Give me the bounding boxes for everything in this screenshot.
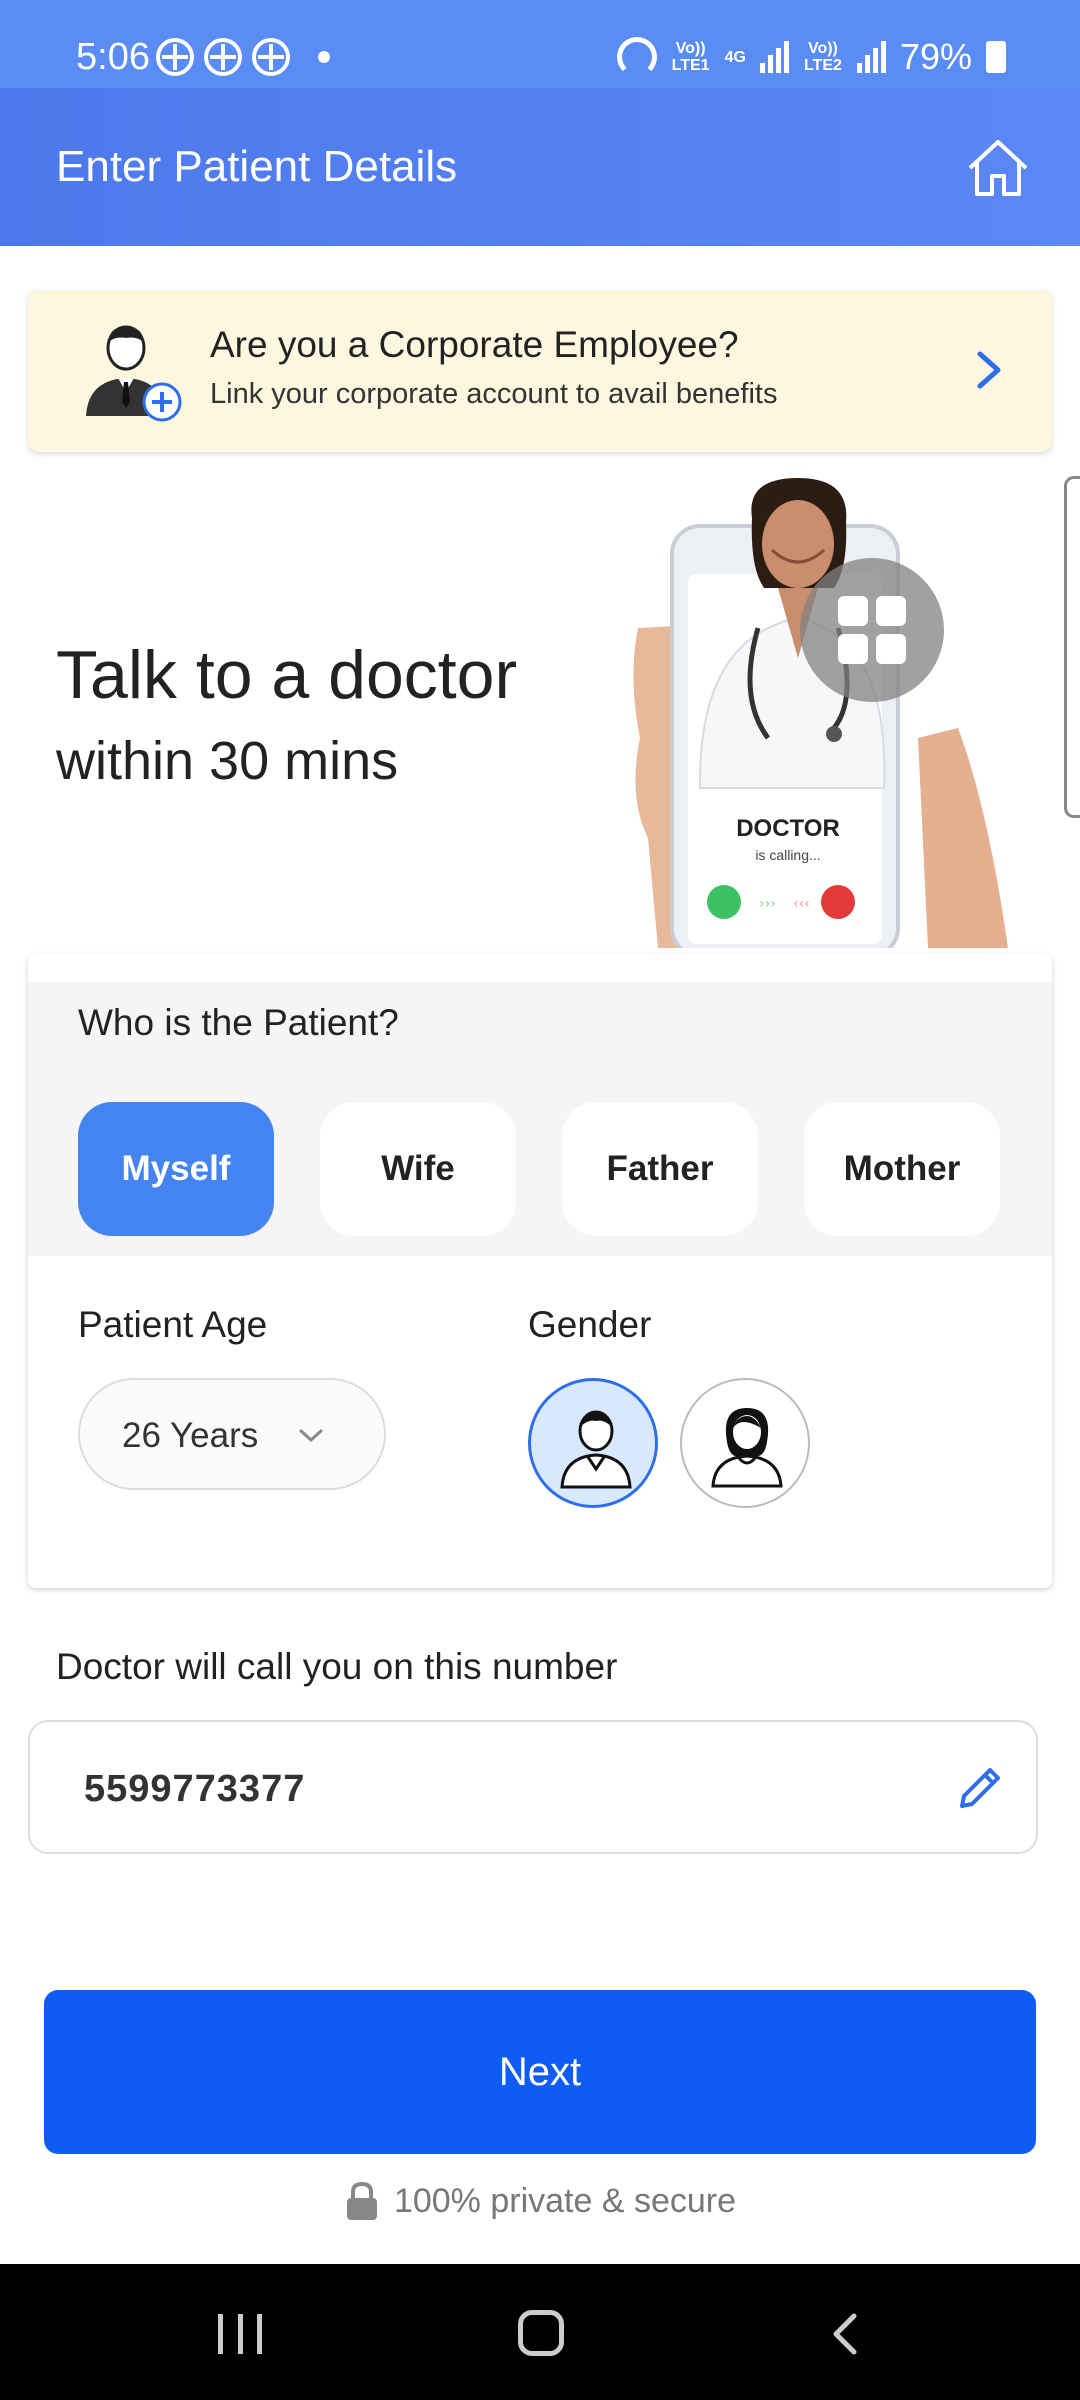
network-label-1: Vo)) LTE1 <box>671 40 710 74</box>
back-button[interactable] <box>828 2312 862 2356</box>
status-bar: 5:06 Vo)) LTE1 4G Vo)) LTE2 79% <box>0 0 1080 88</box>
edit-pencil-icon[interactable] <box>952 1762 1006 1816</box>
secure-note: 100% private & secure <box>0 2176 1080 2226</box>
patient-chip-father[interactable]: Father <box>562 1102 758 1236</box>
hero-title: Talk to a doctor <box>56 637 518 713</box>
notification-icons <box>156 38 330 76</box>
hotspot-icon <box>616 37 657 77</box>
signal-icon <box>759 41 789 73</box>
recent-apps-button[interactable] <box>218 2314 262 2354</box>
patient-details-card: Who is the Patient? Myself Wife Father M… <box>28 954 1052 1588</box>
app-header: Enter Patient Details <box>0 88 1080 246</box>
age-label: Patient Age <box>78 1304 268 1345</box>
app-notification-icon <box>204 38 242 76</box>
lock-icon <box>346 2181 377 2220</box>
page-title: Enter Patient Details <box>56 142 458 191</box>
phone-number-field[interactable]: 5599773377 <box>28 1720 1038 1854</box>
gender-male-button[interactable] <box>528 1378 658 1508</box>
doctor-calling-illustration: DOCTOR is calling... ››› ‹‹‹ <box>633 478 1008 948</box>
illustration-subcaption: is calling... <box>755 847 820 863</box>
home-icon[interactable] <box>966 138 1030 198</box>
svg-text:›››: ››› <box>759 896 776 912</box>
corporate-banner[interactable]: Are you a Corporate Employee? Link your … <box>28 290 1052 452</box>
patient-question: Who is the Patient? <box>78 1002 399 1043</box>
illustration-caption: DOCTOR <box>736 815 840 842</box>
gender-label: Gender <box>528 1304 652 1345</box>
system-nav-bar <box>0 2264 1080 2400</box>
home-button[interactable] <box>518 2310 564 2356</box>
more-notifications-icon <box>318 51 330 63</box>
patient-chip-wife[interactable]: Wife <box>320 1102 516 1236</box>
corporate-banner-subtitle: Link your corporate account to avail ben… <box>210 378 778 410</box>
hero-subtitle: within 30 mins <box>56 731 399 791</box>
status-time: 5:06 <box>76 36 150 78</box>
battery-percent: 79% <box>899 36 972 77</box>
corporate-banner-title: Are you a Corporate Employee? <box>210 324 739 365</box>
patient-chip-myself[interactable]: Myself <box>78 1102 274 1236</box>
network-label-2: 4G <box>724 48 746 66</box>
phone-number-value: 5599773377 <box>84 1768 306 1810</box>
next-button[interactable]: Next <box>44 1990 1036 2154</box>
edge-panel-handle[interactable] <box>1064 476 1080 818</box>
corporate-user-icon <box>86 325 182 422</box>
chevron-down-icon <box>299 1429 323 1443</box>
battery-icon <box>986 41 1006 73</box>
floating-grid-button[interactable] <box>800 558 944 702</box>
age-value: 26 Years <box>122 1416 259 1455</box>
female-icon <box>711 1408 783 1488</box>
age-dropdown[interactable]: 26 Years <box>78 1378 386 1490</box>
svg-text:‹‹‹: ‹‹‹ <box>793 896 810 912</box>
gender-female-button[interactable] <box>680 1378 810 1508</box>
network-label-3: Vo)) LTE2 <box>803 40 842 74</box>
secure-text: 100% private & secure <box>393 2181 737 2220</box>
system-status: Vo)) LTE1 4G Vo)) LTE2 79% <box>616 36 1006 78</box>
patient-chip-mother[interactable]: Mother <box>804 1102 1000 1236</box>
chevron-right-icon <box>977 351 1001 389</box>
app-notification-icon <box>156 38 194 76</box>
signal-icon <box>856 41 886 73</box>
patient-selector: Who is the Patient? Myself Wife Father M… <box>28 982 1052 1256</box>
male-icon <box>560 1410 632 1489</box>
phone-label: Doctor will call you on this number <box>56 1646 618 1687</box>
app-notification-icon <box>252 38 290 76</box>
